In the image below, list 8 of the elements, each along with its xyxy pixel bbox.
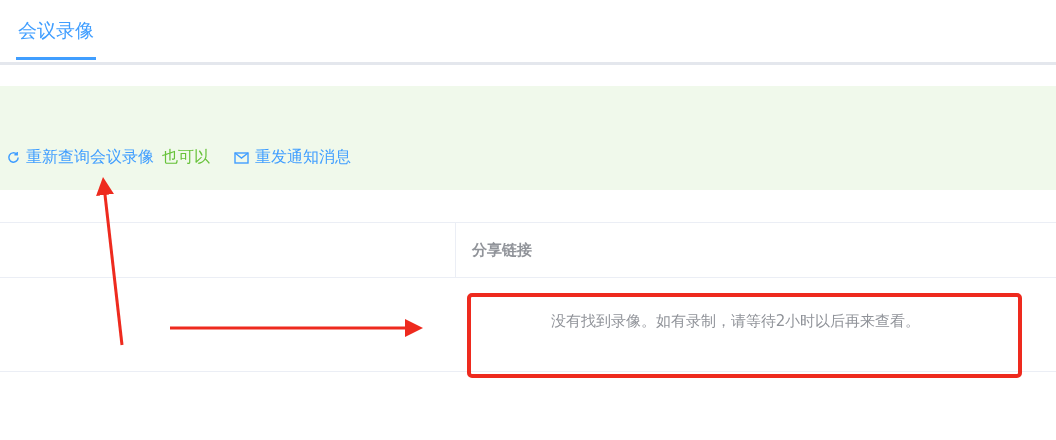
resend-link[interactable]: 重发通知消息 (234, 147, 351, 168)
hint-text: 也可以 (162, 147, 210, 168)
tab[interactable]: 会议录像 (16, 16, 96, 60)
column-header: 分享链接 (455, 223, 1056, 277)
refresh-icon (7, 151, 20, 164)
empty-message: 没有找到录像。如有录制，请等待2小时以后再来查看。 (550, 312, 921, 331)
requery-link[interactable]: 重新查询会议录像 (7, 147, 154, 168)
mail-icon (234, 151, 249, 164)
